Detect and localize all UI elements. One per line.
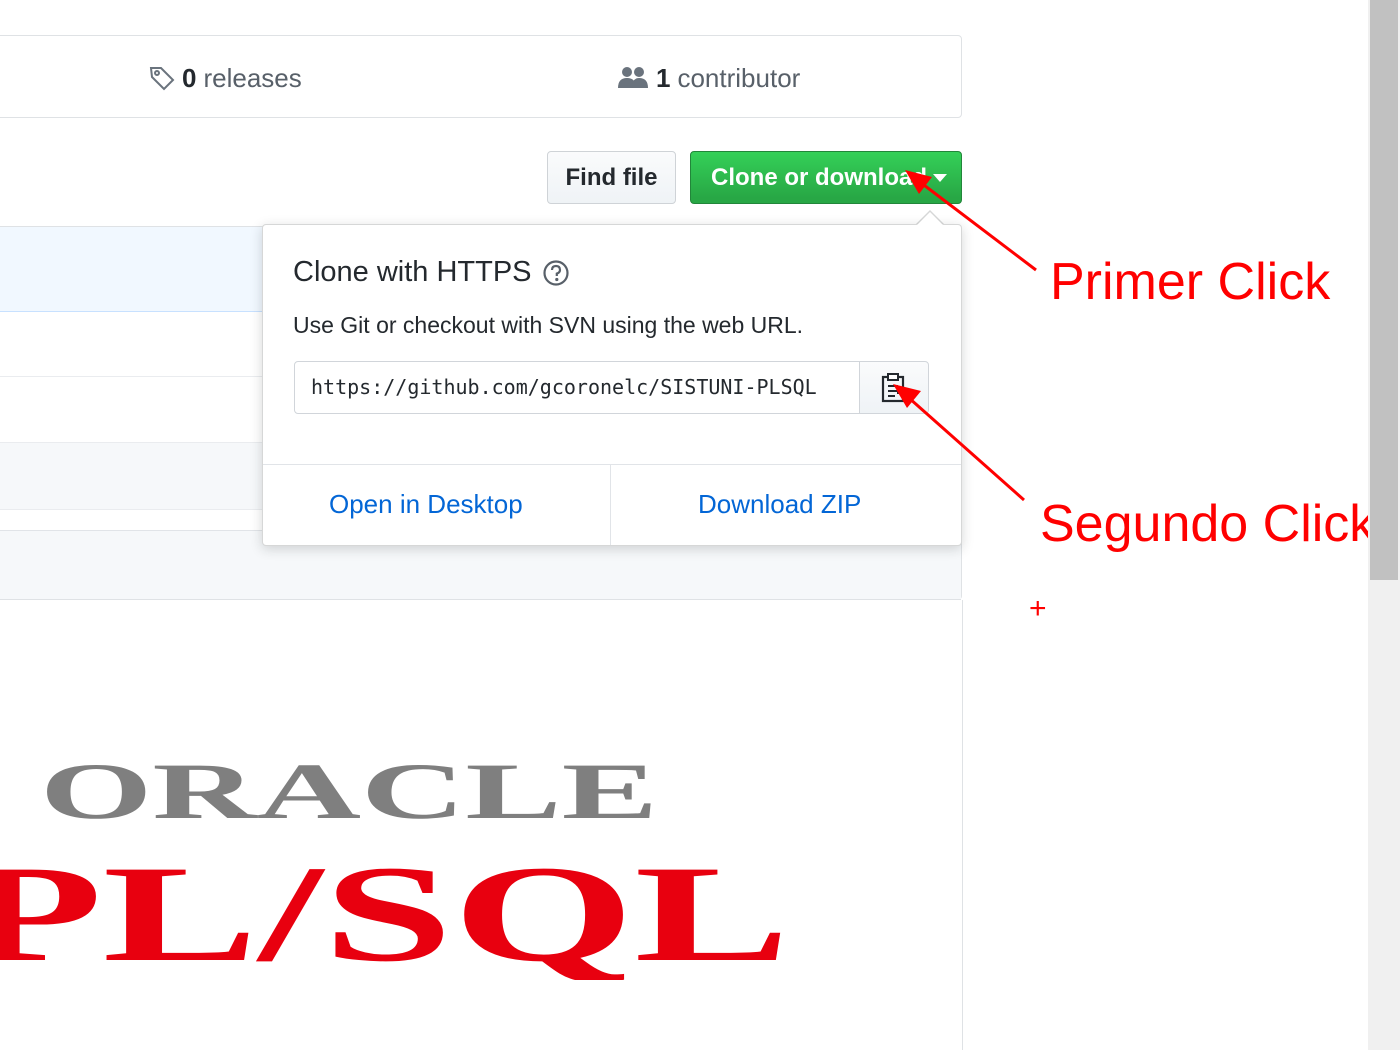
second-click-arrow	[893, 384, 1025, 502]
cursor-crosshair: +	[1029, 592, 1047, 625]
scrollbar-thumb[interactable]	[1370, 0, 1398, 580]
annotation-primer-click: Primer Click	[1050, 253, 1331, 311]
annotation-segundo-click: Segundo Click	[1040, 495, 1376, 553]
first-click-arrow	[905, 170, 1037, 272]
